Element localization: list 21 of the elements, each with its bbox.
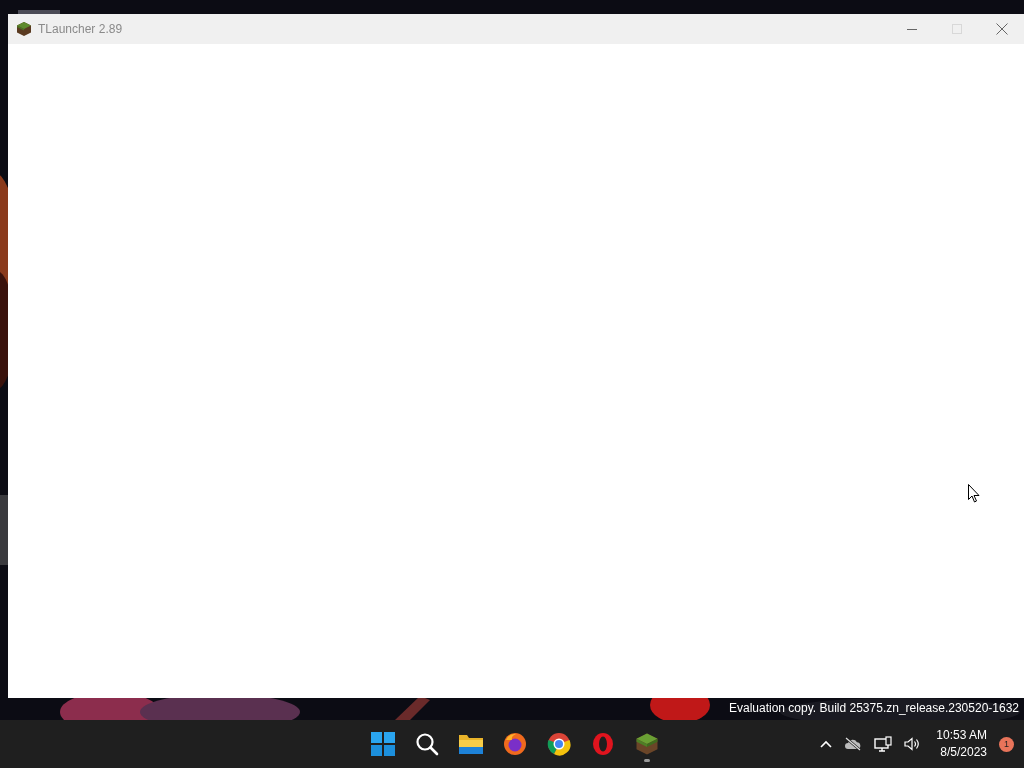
notification-badge[interactable]: 1 <box>999 736 1014 752</box>
clock-time[interactable]: 10:53 AM <box>936 727 987 744</box>
window-edge <box>18 10 60 14</box>
cube-icon <box>635 732 659 756</box>
show-hidden-icons-button[interactable] <box>820 740 833 748</box>
cube-icon <box>16 21 32 37</box>
close-icon <box>995 23 1008 35</box>
ring-icon <box>591 732 615 756</box>
maximize-icon <box>951 24 962 34</box>
windows-logo-icon <box>371 732 395 756</box>
window-title: TLauncher 2.89 <box>38 22 123 36</box>
network-icon[interactable] <box>874 736 893 752</box>
clock-date[interactable]: 8/5/2023 <box>940 744 987 761</box>
browser-icon <box>547 732 571 756</box>
search-icon <box>415 732 439 756</box>
cloud-off-icon[interactable] <box>844 737 863 751</box>
volume-icon[interactable] <box>904 737 921 751</box>
folder-icon <box>458 732 484 756</box>
watermark-text: Evaluation copy. Build 25375.zn_release.230520-1632 <box>729 701 1019 715</box>
cursor-icon <box>968 484 981 503</box>
browser-icon <box>503 732 527 756</box>
